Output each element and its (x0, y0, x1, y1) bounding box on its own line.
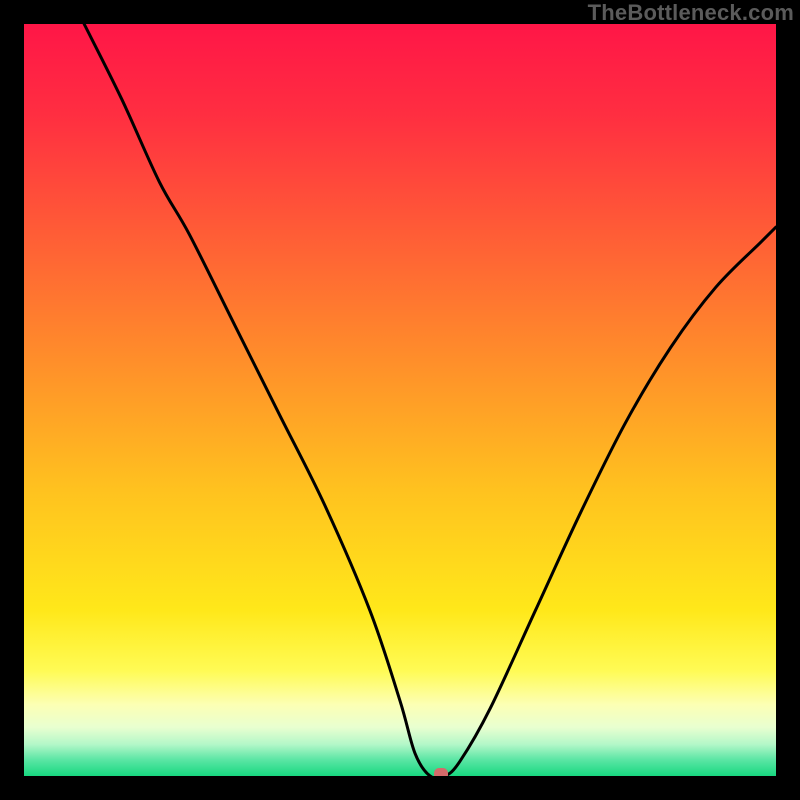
watermark-text: TheBottleneck.com (588, 0, 794, 26)
optimal-point-marker (434, 768, 448, 776)
chart-stage: TheBottleneck.com (0, 0, 800, 800)
plot-area (24, 24, 776, 776)
bottleneck-curve (24, 24, 776, 776)
